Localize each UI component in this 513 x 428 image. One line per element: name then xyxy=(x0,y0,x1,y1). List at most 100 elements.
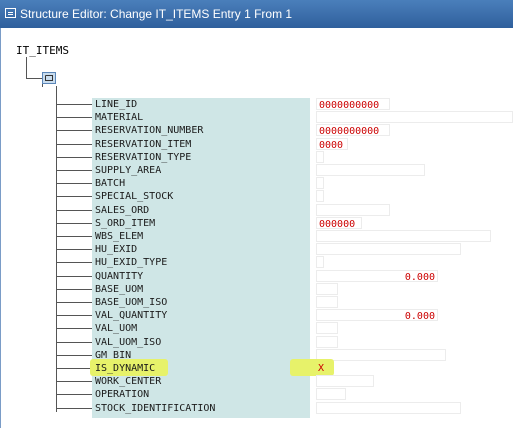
tree-branch xyxy=(56,368,92,369)
field-name-quantity: QUANTITY xyxy=(95,270,144,282)
field-row: BASE_UOM_ISO xyxy=(0,296,513,309)
field-name-batch: BATCH xyxy=(95,178,126,190)
field-name-operation: OPERATION xyxy=(95,389,150,401)
field-name-base-uom: BASE_UOM xyxy=(95,283,144,295)
tree-branch xyxy=(56,222,92,224)
field-name-base-uom-iso: BASE_UOM_ISO xyxy=(95,297,168,308)
tree-connector xyxy=(26,78,42,79)
field-value-val-uom-iso[interactable] xyxy=(316,335,338,348)
field-value-quantity[interactable]: 0.000 xyxy=(316,269,438,283)
field-value-line-id[interactable]: 0000000000 xyxy=(316,98,390,111)
field-name-material: MATERIAL xyxy=(95,112,144,124)
field-name-work-center: WORK_CENTER xyxy=(95,376,162,388)
tree-branch xyxy=(56,354,92,356)
field-value-sales-ord[interactable] xyxy=(316,203,390,216)
structure-node[interactable] xyxy=(42,72,56,84)
tree-branch xyxy=(56,407,92,409)
field-row: OPERATION xyxy=(0,388,513,401)
field-value-hu-exid-type[interactable] xyxy=(316,256,324,269)
field-row: VAL_UOM_ISO xyxy=(0,335,513,349)
tree-branch xyxy=(56,288,92,290)
field-name-wbs-elem: WBS_ELEM xyxy=(95,231,144,242)
field-name-val-uom-iso: VAL_UOM_ISO xyxy=(95,336,162,348)
field-row: LINE_ID 0000000000 xyxy=(0,98,513,111)
field-row: BATCH xyxy=(0,177,513,190)
field-row: SALES_ORD xyxy=(0,203,513,217)
tree-branch xyxy=(56,381,92,383)
field-value-reservation-item[interactable]: 0000 xyxy=(316,137,348,151)
field-value-wbs-elem[interactable] xyxy=(316,230,491,242)
field-row: MATERIAL xyxy=(0,111,513,124)
field-value-special-stock[interactable] xyxy=(316,190,324,203)
tree-branch xyxy=(56,328,92,330)
tree-branch xyxy=(56,236,92,237)
field-row: RESERVATION_NUMBER 0000000000 xyxy=(0,124,513,137)
field-value-batch[interactable] xyxy=(316,177,324,190)
field-name-special-stock: SPECIAL_STOCK xyxy=(95,191,174,203)
field-name-s-ord-item: S_ORD_ITEM xyxy=(95,217,156,229)
field-value-gm-bin[interactable] xyxy=(316,348,446,361)
field-row: WBS_ELEM xyxy=(0,230,513,243)
tree-connector xyxy=(26,57,27,78)
tree-branch xyxy=(56,341,92,343)
tree-branch xyxy=(56,209,92,211)
tree-connector xyxy=(42,84,43,87)
field-value-stock-identification[interactable] xyxy=(316,401,461,414)
tree-branch xyxy=(56,130,92,132)
tree-branch xyxy=(56,117,92,119)
field-value-operation[interactable] xyxy=(316,388,346,401)
field-name-val-uom: VAL_UOM xyxy=(95,323,138,335)
field-value-s-ord-item[interactable]: 000000 xyxy=(316,216,362,230)
field-value-reservation-type[interactable] xyxy=(316,150,324,163)
field-name-line-id: LINE_ID xyxy=(95,99,138,110)
tree-branch xyxy=(56,156,92,158)
tree-branch xyxy=(56,275,92,277)
tree-branch xyxy=(56,143,92,145)
window-title: Structure Editor: Change IT_ITEMS Entry … xyxy=(20,7,293,21)
field-value-reservation-number[interactable]: 0000000000 xyxy=(316,124,390,137)
field-name-hu-exid: HU_EXID xyxy=(95,244,138,256)
field-value-supply-area[interactable] xyxy=(316,164,425,176)
field-name-reservation-type: RESERVATION_TYPE xyxy=(95,151,192,163)
field-name-stock-identification: STOCK_IDENTIFICATION xyxy=(95,402,216,414)
field-row: GM_BIN xyxy=(0,348,513,362)
tree-branch xyxy=(56,302,92,303)
field-row: RESERVATION_ITEM 0000 xyxy=(0,137,513,151)
field-row: BASE_UOM xyxy=(0,282,513,296)
tree-branch xyxy=(56,196,92,198)
field-row: HU_EXID_TYPE xyxy=(0,256,513,269)
tree-branch xyxy=(56,394,92,396)
field-row: VAL_UOM xyxy=(0,322,513,335)
field-row: HU_EXID xyxy=(0,243,513,256)
field-value-val-uom[interactable] xyxy=(316,322,338,335)
field-value-material[interactable] xyxy=(316,111,513,124)
field-name-is-dynamic: IS_DYNAMIC xyxy=(95,363,156,374)
window-icon xyxy=(5,8,16,18)
tree-branch xyxy=(56,315,92,317)
field-row: QUANTITY 0.000 xyxy=(0,269,513,283)
field-name-reservation-item: RESERVATION_ITEM xyxy=(95,138,192,150)
tree-root-label: IT_ITEMS xyxy=(16,44,69,57)
field-name-supply-area: SUPPLY_AREA xyxy=(95,165,162,176)
field-row: VAL_QUANTITY 0.000 xyxy=(0,309,513,322)
folder-icon xyxy=(45,75,53,81)
field-value-base-uom-iso[interactable] xyxy=(316,296,338,308)
tree-branch xyxy=(56,249,92,251)
field-name-val-quantity: VAL_QUANTITY xyxy=(95,310,168,322)
field-row: RESERVATION_TYPE xyxy=(0,150,513,164)
field-value-val-quantity[interactable]: 0.000 xyxy=(316,309,438,322)
tree-branch xyxy=(56,104,92,105)
field-value-base-uom[interactable] xyxy=(316,282,338,295)
field-row: WORK_CENTER xyxy=(0,375,513,388)
field-name-hu-exid-type: HU_EXID_TYPE xyxy=(95,257,168,269)
field-value-is-dynamic[interactable]: X xyxy=(316,362,334,374)
tree-branch xyxy=(56,262,92,264)
field-row: STOCK_IDENTIFICATION xyxy=(0,401,513,415)
field-row: IS_DYNAMIC X xyxy=(0,359,513,376)
field-row: SUPPLY_AREA xyxy=(0,164,513,177)
field-value-hu-exid[interactable] xyxy=(316,243,461,256)
tree-branch xyxy=(56,170,92,171)
field-value-work-center[interactable] xyxy=(316,375,374,388)
field-name-reservation-number: RESERVATION_NUMBER xyxy=(95,125,204,137)
title-bar: Structure Editor: Change IT_ITEMS Entry … xyxy=(0,0,513,28)
